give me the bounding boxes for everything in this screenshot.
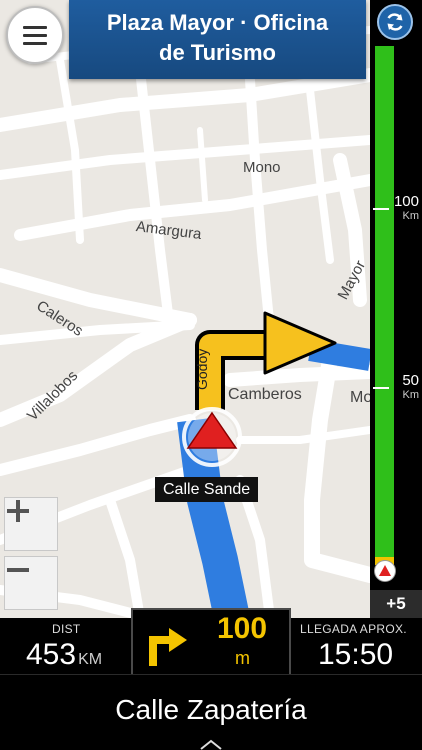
street-label-mo: Mo bbox=[350, 389, 370, 406]
traffic-bar: 100 Km 50 Km +5 bbox=[370, 0, 422, 618]
zoom-in-button[interactable] bbox=[4, 497, 58, 551]
bar-tick-50 bbox=[373, 387, 389, 389]
menu-button[interactable] bbox=[6, 6, 64, 64]
eta-label: LLEGADA APROX. bbox=[300, 622, 407, 636]
navigation-screen: Mono Amargura Caleros Villalobos Godoy C… bbox=[0, 0, 422, 750]
next-maneuver-distance: 100 bbox=[217, 612, 268, 645]
remaining-distance-unit: KM bbox=[78, 651, 103, 668]
current-street-callout: Calle Sande bbox=[155, 477, 259, 502]
dist-label: DIST bbox=[52, 622, 81, 636]
next-maneuver-unit: m bbox=[235, 648, 250, 668]
vehicle-position-icon bbox=[374, 560, 396, 582]
destination-line1: Plaza Mayor · Oficina bbox=[106, 10, 329, 35]
destination-line2: de Turismo bbox=[159, 40, 276, 65]
bar-mark-100-unit: Km bbox=[402, 210, 420, 222]
zoom-out-button[interactable] bbox=[4, 556, 58, 610]
bar-mark-50-value: 50 bbox=[402, 372, 419, 389]
minus-icon bbox=[7, 568, 29, 572]
refresh-icon bbox=[387, 13, 403, 31]
route-line-ahead bbox=[308, 339, 370, 371]
refresh-button[interactable] bbox=[377, 4, 413, 40]
chevron-up-icon[interactable] bbox=[199, 738, 223, 750]
destination-banner[interactable]: Plaza Mayor · Oficina de Turismo bbox=[69, 0, 366, 79]
street-label-godoy: Godoy bbox=[194, 348, 210, 390]
next-street-name: Calle Zapatería bbox=[115, 694, 307, 725]
plus-icon bbox=[7, 500, 29, 522]
next-maneuver-box[interactable]: 100 m bbox=[131, 608, 291, 674]
trip-info-bar[interactable]: DIST 453 KM 100 m LLEGADA APROX. 15:50 bbox=[0, 608, 422, 674]
turn-right-icon bbox=[149, 628, 187, 666]
street-label-camberos: Camberos bbox=[228, 386, 302, 403]
bar-mark-50-unit: Km bbox=[402, 389, 420, 401]
hamburger-menu-icon bbox=[23, 25, 47, 29]
bar-tick-100 bbox=[373, 208, 389, 210]
bar-mark-100-value: 100 bbox=[393, 193, 419, 210]
remaining-distance: 453 KM bbox=[26, 638, 102, 672]
map-view[interactable]: Mono Amargura Caleros Villalobos Godoy C… bbox=[0, 0, 370, 618]
traffic-delay-badge: +5 bbox=[370, 590, 422, 618]
eta-value: 15:50 bbox=[318, 638, 394, 671]
remaining-distance-value: 453 bbox=[26, 638, 77, 671]
street-label-mono: Mono bbox=[243, 159, 281, 176]
traffic-free-flow-segment bbox=[375, 46, 394, 560]
